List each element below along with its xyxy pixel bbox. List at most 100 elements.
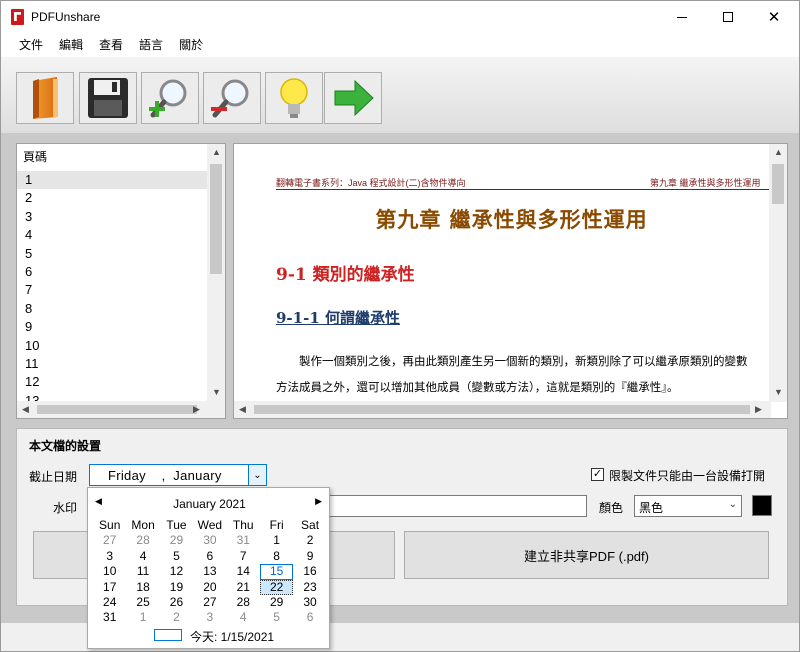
color-swatch[interactable] (752, 495, 772, 516)
calendar-day[interactable]: 21 (227, 580, 260, 595)
menu-about[interactable]: 關於 (171, 33, 211, 57)
list-item[interactable]: 1 (17, 171, 207, 190)
calendar-day[interactable]: 13 (193, 564, 226, 579)
calendar-day[interactable]: 7 (227, 549, 260, 564)
next-month-icon[interactable]: ▶ (315, 496, 322, 507)
calendar-day[interactable]: 6 (193, 549, 226, 564)
calendar-day[interactable]: 6 (293, 610, 326, 625)
calendar-day[interactable]: 16 (293, 564, 326, 579)
calendar-day[interactable]: 27 (93, 533, 126, 548)
zoom-out-button[interactable] (203, 72, 261, 124)
calendar-day[interactable]: 3 (93, 549, 126, 564)
list-item[interactable]: 3 (17, 208, 207, 226)
calendar-day[interactable]: 3 (193, 610, 226, 625)
calendar-day[interactable]: 12 (160, 564, 193, 579)
calendar-day[interactable]: 30 (293, 595, 326, 610)
calendar-day[interactable]: 27 (193, 595, 226, 610)
maximize-button[interactable] (705, 1, 751, 33)
date-dropdown-button[interactable]: ⌄ (248, 465, 266, 485)
minimize-button[interactable] (659, 1, 705, 33)
calendar-day[interactable]: 26 (160, 595, 193, 610)
save-button[interactable] (79, 72, 137, 124)
scroll-left-icon[interactable]: ◀ (239, 405, 246, 414)
calendar-day[interactable]: 30 (193, 533, 226, 548)
calendar-day[interactable]: 29 (160, 533, 193, 548)
calendar-month[interactable]: January 2021 (88, 497, 331, 511)
calendar-day[interactable]: 22 (259, 579, 294, 595)
scroll-down-icon[interactable]: ▼ (212, 388, 221, 397)
subsection-title: 9-1-1 何謂繼承性 (276, 309, 400, 327)
list-item[interactable]: 9 (17, 318, 207, 336)
calendar-day[interactable]: 28 (227, 595, 260, 610)
list-item[interactable]: 11 (17, 355, 207, 373)
calendar-day[interactable]: 28 (126, 533, 159, 548)
calendar-day[interactable]: 14 (227, 564, 260, 579)
weekday-label: Sat (301, 518, 320, 532)
preview-hscroll[interactable]: ◀ ▶ (234, 401, 771, 418)
scroll-right-icon[interactable]: ▶ (193, 405, 200, 414)
scroll-right-icon[interactable]: ▶ (755, 405, 762, 414)
open-button[interactable] (16, 72, 74, 124)
calendar-day[interactable]: 15 (259, 564, 294, 580)
calendar-day[interactable]: 31 (227, 533, 260, 548)
list-item[interactable]: 8 (17, 300, 207, 318)
scroll-down-icon[interactable]: ▼ (774, 388, 783, 397)
weekday-label: Fri (269, 518, 284, 532)
page-list-hscroll[interactable]: ◀ ▶ (17, 401, 225, 418)
list-item[interactable]: 10 (17, 337, 207, 355)
scroll-thumb[interactable] (37, 405, 197, 414)
scroll-thumb[interactable] (772, 164, 784, 204)
scroll-thumb[interactable] (254, 405, 750, 414)
list-item[interactable]: 13 (17, 392, 207, 401)
calendar-day[interactable]: 1 (126, 610, 159, 625)
close-button[interactable]: ✕ (751, 1, 797, 33)
menu-view[interactable]: 查看 (91, 33, 131, 57)
color-select-value: 黑色 (639, 501, 664, 515)
calendar-day[interactable]: 2 (293, 533, 326, 548)
calendar-day[interactable]: 5 (260, 610, 293, 625)
calendar-day[interactable]: 4 (126, 549, 159, 564)
list-item[interactable]: 6 (17, 263, 207, 281)
calendar-day[interactable]: 4 (227, 610, 260, 625)
calendar-day[interactable]: 8 (260, 549, 293, 564)
tip-button[interactable] (265, 72, 323, 124)
zoom-in-button[interactable] (141, 72, 199, 124)
preview-vscroll[interactable]: ▲ ▼ (769, 144, 787, 402)
calendar-day[interactable]: 18 (126, 580, 159, 595)
weekday-label: Wed (197, 518, 223, 532)
calendar-day[interactable]: 29 (260, 595, 293, 610)
color-select[interactable]: 黑色 ⌄ (634, 495, 742, 517)
today-link[interactable]: 今天: 1/15/2021 (190, 628, 274, 645)
deadline-date-picker[interactable]: Friday , January ⌄ (89, 464, 267, 486)
list-item[interactable]: 2 (17, 189, 207, 207)
list-item[interactable]: 7 (17, 281, 207, 299)
list-item[interactable]: 12 (17, 373, 207, 391)
calendar-day[interactable]: 11 (126, 564, 159, 579)
calendar-day[interactable]: 20 (193, 580, 226, 595)
scroll-up-icon[interactable]: ▲ (774, 148, 783, 157)
list-item[interactable]: 4 (17, 226, 207, 244)
calendar-day[interactable]: 2 (160, 610, 193, 625)
restrict-device-checkbox[interactable]: ✓ (591, 468, 604, 481)
menu-file[interactable]: 文件 (11, 33, 51, 57)
scroll-up-icon[interactable]: ▲ (212, 148, 221, 157)
calendar-week: 31 1 2 3 4 5 6 (93, 610, 327, 625)
next-button[interactable] (324, 72, 382, 124)
calendar-day[interactable]: 25 (126, 595, 159, 610)
scroll-thumb[interactable] (210, 164, 222, 274)
menu-language[interactable]: 語言 (131, 33, 171, 57)
menu-edit[interactable]: 編輯 (51, 33, 91, 57)
calendar-day[interactable]: 31 (93, 610, 126, 625)
calendar-day[interactable]: 9 (293, 549, 326, 564)
page-list-vscroll[interactable]: ▲ ▼ (207, 144, 225, 402)
list-item[interactable]: 5 (17, 245, 207, 263)
calendar-day[interactable]: 1 (260, 533, 293, 548)
calendar-day[interactable]: 23 (293, 580, 326, 595)
calendar-day[interactable]: 10 (93, 564, 126, 579)
calendar-day[interactable]: 24 (93, 595, 126, 610)
calendar-day[interactable]: 17 (93, 580, 126, 595)
calendar-day[interactable]: 5 (160, 549, 193, 564)
calendar-day[interactable]: 19 (160, 580, 193, 595)
scroll-left-icon[interactable]: ◀ (22, 405, 29, 414)
create-unshare-pdf-button[interactable]: 建立非共享PDF (.pdf) (404, 531, 769, 579)
